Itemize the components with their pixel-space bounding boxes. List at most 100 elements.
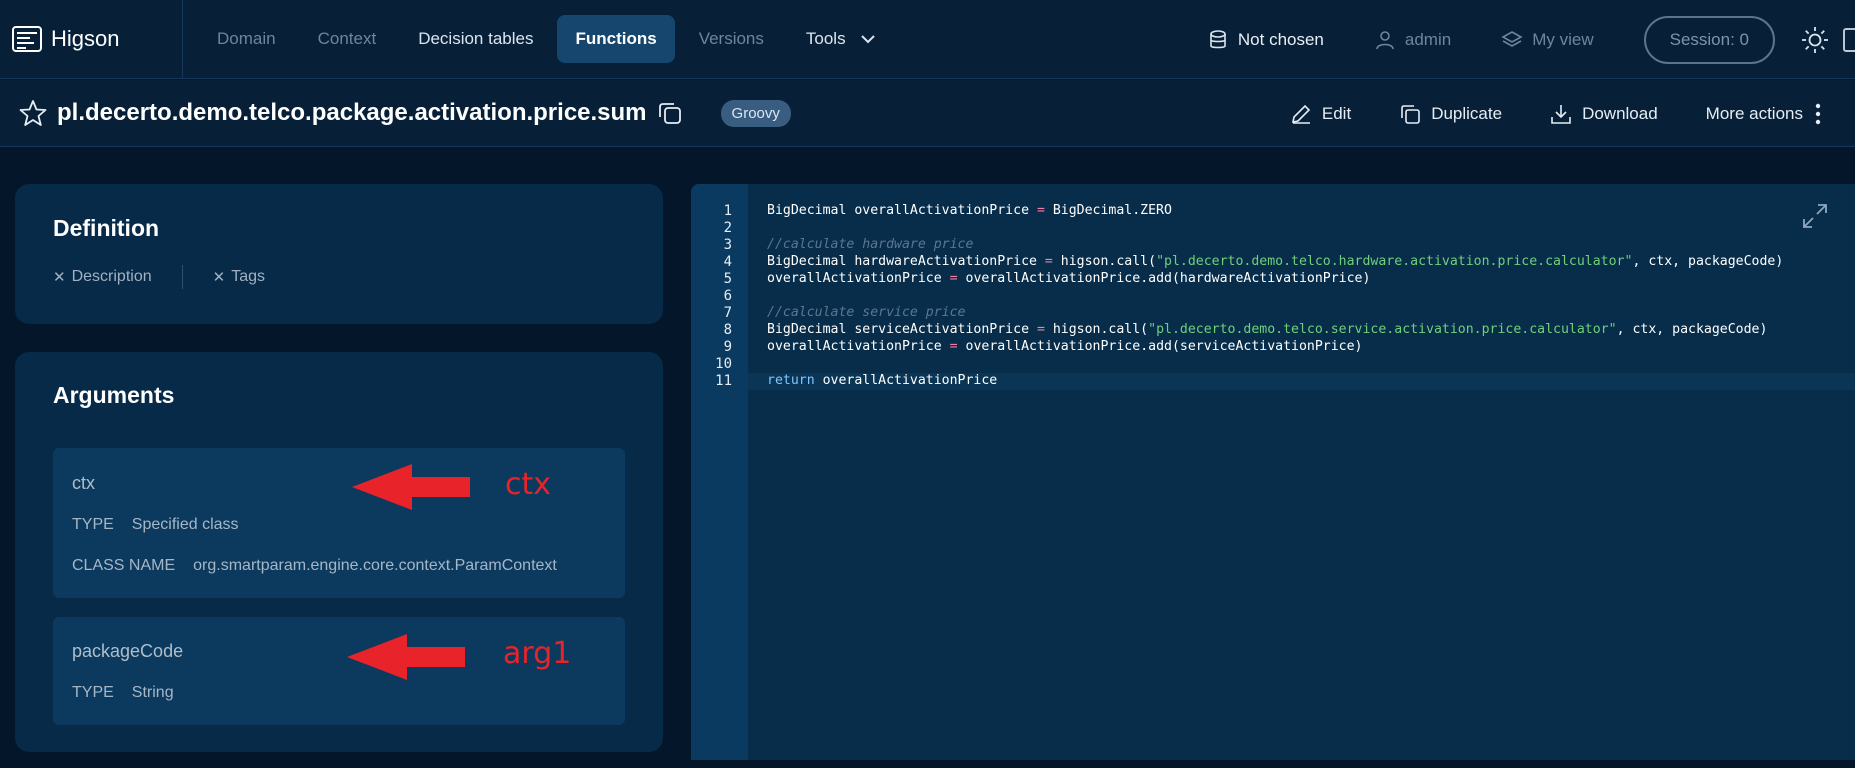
kebab-icon	[1815, 103, 1821, 124]
code-token: =	[949, 271, 958, 286]
type-value: Specified class	[131, 516, 239, 533]
sun-icon[interactable]	[1801, 26, 1829, 54]
chevron-down-icon	[860, 35, 875, 44]
class-name-value: org.smartparam.engine.core.context.Param…	[193, 557, 557, 574]
user-menu[interactable]: admin	[1374, 29, 1451, 51]
copy-icon[interactable]	[657, 100, 683, 126]
nav-versions[interactable]: Versions	[681, 15, 782, 63]
code-comment[interactable]: //calculate hardware price	[767, 237, 973, 252]
view-selector[interactable]: My view	[1501, 29, 1594, 51]
pencil-icon	[1291, 104, 1311, 124]
argument-item: packageCode TYPE String arg1	[53, 617, 625, 725]
line-number: 5	[723, 271, 732, 287]
tags-label: Tags	[231, 268, 265, 285]
description-label: Description	[71, 268, 152, 285]
line-number: 7	[723, 305, 732, 321]
code-string: "pl.decerto.demo.telco.hardware.activati…	[1156, 254, 1633, 269]
edit-label: Edit	[1321, 103, 1352, 123]
code-token: =	[1036, 203, 1045, 218]
code-token: , ctx, packageCode)	[1632, 254, 1784, 269]
panel-icon[interactable]	[1843, 27, 1855, 52]
code-token: BigDecimal serviceActivationPrice	[767, 322, 1037, 337]
argument-name: ctx	[72, 473, 96, 493]
code-token: =	[1036, 322, 1045, 337]
definition-panel: Definition ✕ Description ✕ Tags	[15, 184, 663, 324]
type-key: TYPE	[72, 516, 114, 533]
line-number: 9	[723, 339, 732, 355]
code-token: , ctx, packageCode)	[1616, 322, 1768, 337]
menu-logo-icon	[12, 26, 42, 52]
description-toggle[interactable]: ✕ Description	[53, 268, 152, 286]
top-right-controls: Not chosen admin My view Session: 0	[1207, 0, 1855, 79]
code-line[interactable]: return overallActivationPrice	[767, 373, 997, 388]
duplicate-label: Duplicate	[1431, 103, 1503, 123]
code-string: "pl.decerto.demo.telco.service.activatio…	[1148, 322, 1617, 337]
brand-name: Higson	[51, 26, 120, 51]
line-number: 6	[723, 288, 732, 304]
line-number: 8	[723, 322, 732, 338]
line-number: 3	[723, 237, 732, 253]
code-line[interactable]: BigDecimal serviceActivationPrice = higs…	[767, 322, 1767, 337]
edit-button[interactable]: Edit	[1290, 103, 1351, 125]
nav-functions[interactable]: Functions	[557, 15, 675, 63]
nav-decision-tables[interactable]: Decision tables	[400, 15, 551, 63]
main-nav: Domain Context Decision tables Functions…	[199, 0, 900, 79]
download-button[interactable]: Download	[1550, 103, 1658, 125]
arguments-panel: Arguments ctx TYPE Specified class CLASS…	[15, 352, 663, 752]
divider	[181, 265, 183, 289]
nav-domain[interactable]: Domain	[199, 15, 294, 63]
annotation-label: ctx	[505, 467, 552, 502]
code-token: overallActivationPrice	[814, 373, 998, 388]
tags-toggle[interactable]: ✕ Tags	[213, 268, 265, 286]
code-line[interactable]: BigDecimal overallActivationPrice = BigD…	[767, 203, 1172, 218]
duplicate-button[interactable]: Duplicate	[1399, 103, 1502, 125]
class-name-key: CLASS NAME	[72, 557, 176, 574]
user-label: admin	[1404, 29, 1452, 49]
top-navigation-bar: Higson Domain Context Decision tables Fu…	[0, 0, 1855, 79]
code-token: =	[1044, 254, 1053, 269]
argument-item: ctx TYPE Specified class CLASS NAME org.…	[53, 448, 625, 598]
code-line[interactable]: overallActivationPrice = overallActivati…	[767, 339, 1363, 354]
brand[interactable]: Higson	[0, 0, 183, 79]
annotation-label: arg1	[503, 636, 572, 671]
arguments-title: Arguments	[53, 382, 175, 408]
function-name: pl.decerto.demo.telco.package.activation…	[57, 99, 647, 126]
code-line[interactable]: overallActivationPrice = overallActivati…	[767, 271, 1370, 286]
code-keyword: return	[767, 373, 815, 388]
code-token: BigDecimal overallActivationPrice	[767, 203, 1037, 218]
nav-context[interactable]: Context	[300, 15, 395, 63]
line-number: 2	[723, 220, 732, 236]
session-button[interactable]: Session: 0	[1643, 15, 1775, 64]
line-number: 11	[715, 373, 732, 389]
code-token: overallActivationPrice	[767, 271, 950, 286]
line-number: 4	[723, 254, 732, 270]
red-arrow-icon	[352, 464, 470, 510]
function-title-bar: pl.decerto.demo.telco.package.activation…	[0, 80, 1855, 147]
line-number: 1	[723, 203, 732, 219]
code-comment[interactable]: //calculate service price	[767, 305, 966, 320]
code-token: overallActivationPrice	[767, 339, 950, 354]
download-icon	[1551, 104, 1571, 124]
duplicate-icon	[1401, 104, 1420, 124]
expand-icon[interactable]	[1801, 202, 1829, 230]
code-token: BigDecimal hardwareActivationPrice	[767, 254, 1045, 269]
argument-class-name: CLASS NAME org.smartparam.engine.core.co…	[72, 557, 557, 575]
code-token: higson.call(	[1044, 322, 1149, 337]
argument-type: TYPE Specified class	[72, 516, 239, 534]
type-key: TYPE	[72, 684, 114, 701]
close-icon: ✕	[53, 269, 66, 286]
code-token: higson.call(	[1052, 254, 1157, 269]
close-icon: ✕	[212, 269, 226, 286]
type-value: String	[131, 684, 174, 701]
code-token: overallActivationPrice.add(hardwareActiv…	[957, 271, 1371, 286]
code-token: =	[949, 339, 958, 354]
download-label: Download	[1582, 103, 1658, 123]
argument-type: TYPE String	[72, 684, 174, 702]
code-editor[interactable]: 1 2 3 4 5 6 7 8 9 10 11 BigDecimal overa…	[691, 184, 1855, 760]
code-line[interactable]: BigDecimal hardwareActivationPrice = hig…	[767, 254, 1783, 269]
more-actions-button[interactable]: More actions	[1706, 103, 1831, 125]
layers-icon	[1501, 30, 1523, 47]
star-icon[interactable]	[19, 99, 47, 127]
database-selector[interactable]: Not chosen	[1207, 29, 1324, 51]
nav-tools[interactable]: Tools	[788, 15, 894, 63]
